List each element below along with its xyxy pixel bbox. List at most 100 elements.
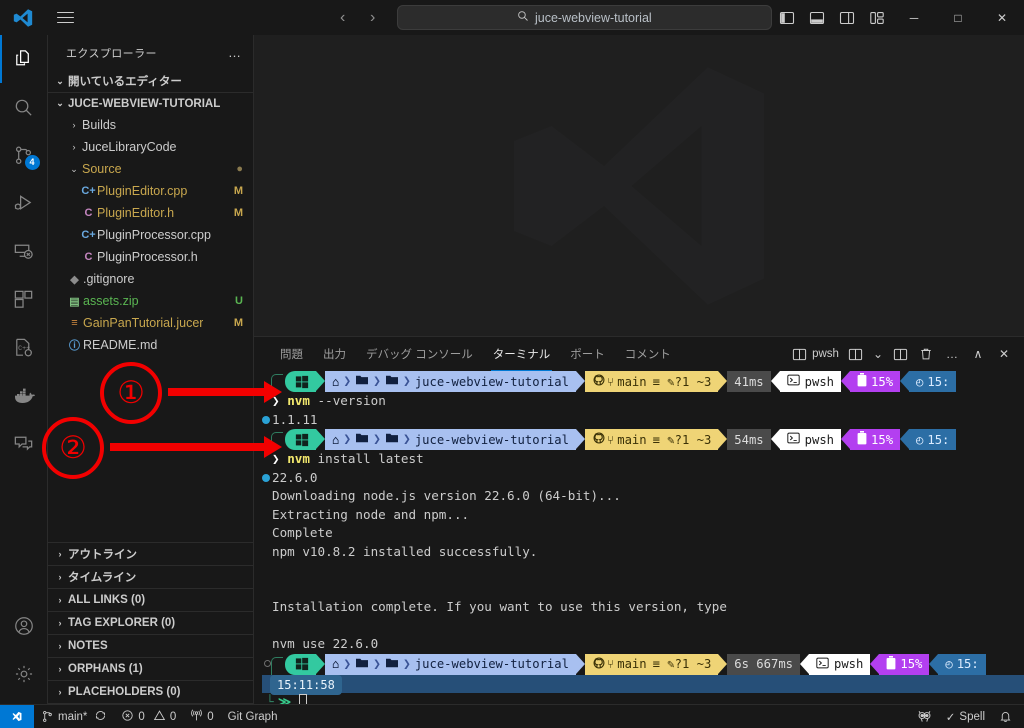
terminal-input-line[interactable]: └ ≫: [262, 693, 1024, 704]
sidebar-item-extensions[interactable]: [0, 275, 48, 323]
status-git-graph[interactable]: Git Graph: [221, 705, 285, 728]
sidebar-item-run-and-debug[interactable]: [0, 179, 48, 227]
sidebar-section-label: TAG EXPLORER (0): [68, 617, 176, 629]
accounts-button[interactable]: [0, 602, 48, 650]
tree-row-label: Builds: [82, 118, 117, 132]
forward-button[interactable]: ›: [359, 7, 387, 29]
powerline-sep: [575, 429, 585, 450]
sync-icon[interactable]: [94, 709, 107, 725]
sidebar-item-explorer[interactable]: [0, 35, 48, 83]
tree-row[interactable]: C PluginProcessor.h: [48, 246, 253, 268]
tree-row[interactable]: C+ PluginProcessor.cpp: [48, 224, 253, 246]
hamburger-menu-icon[interactable]: [46, 0, 84, 35]
folder-icon: [385, 432, 399, 447]
sidebar-section[interactable]: › ORPHANS (1): [48, 658, 253, 681]
tree-row[interactable]: ≡ GainPanTutorial.jucer M: [48, 312, 253, 334]
status-problems[interactable]: 0 0: [114, 705, 183, 728]
prompt-battery-label: 15%: [871, 432, 894, 447]
prompt-path-segment: ⌂ ❯ ❯ ❯ juce-webview-tutorial: [325, 429, 576, 451]
chevron-down-icon: ⌄: [56, 75, 64, 86]
sidebar-item-docker[interactable]: [0, 371, 48, 419]
panel-tab-5[interactable]: コメント: [615, 337, 681, 371]
section-open-editors[interactable]: ⌄ 開いているエディター: [48, 70, 253, 92]
prompt-git-status: ≡ ✎?1 ~3: [652, 432, 712, 447]
sidebar-more-actions-icon[interactable]: …: [222, 45, 247, 60]
panel-tab-2[interactable]: デバッグ コンソール: [356, 337, 483, 371]
tree-row[interactable]: C+ PluginEditor.cpp M: [48, 180, 253, 202]
tree-row[interactable]: C PluginEditor.h M: [48, 202, 253, 224]
prompt-battery-segment: 15%: [850, 429, 901, 451]
powerline-sep: [900, 429, 910, 450]
manage-settings-button[interactable]: [0, 650, 48, 698]
customize-layout-icon[interactable]: [862, 0, 892, 35]
split-terminal-button[interactable]: [844, 342, 868, 366]
new-terminal-button[interactable]: pwsh: [789, 342, 842, 366]
toggle-primary-sidebar-icon[interactable]: [772, 0, 802, 35]
section-workspace-root[interactable]: ⌄ JUCE-WEBVIEW-TUTORIAL: [48, 92, 253, 114]
owl-icon[interactable]: [910, 705, 939, 728]
sidebar-item-search[interactable]: [0, 83, 48, 131]
panel-tab-1[interactable]: 出力: [313, 337, 356, 371]
maximize-panel-icon[interactable]: ∧: [966, 342, 990, 366]
terminal-output-line: Downloading node.js version 22.6.0 (64-b…: [272, 488, 621, 504]
back-button[interactable]: ‹: [329, 7, 357, 29]
kill-terminal-button[interactable]: [914, 342, 938, 366]
branch-icon: ⑂: [606, 374, 615, 389]
panel-tab-4[interactable]: ポート: [560, 337, 615, 371]
minimize-button[interactable]: ─: [892, 0, 936, 35]
error-count: 0: [138, 710, 145, 723]
tree-row[interactable]: › Builds: [48, 114, 253, 136]
sidebar-section[interactable]: › TAG EXPLORER (0): [48, 612, 253, 635]
tree-row-label: PluginProcessor.h: [97, 250, 198, 264]
panel-more-actions-icon[interactable]: …: [940, 342, 964, 366]
terminal-output-line: 1.1.11: [262, 411, 1024, 430]
sidebar-item-cmake-tools[interactable]: C++: [0, 323, 48, 371]
toggle-panel-icon[interactable]: [802, 0, 832, 35]
home-icon: ⌂: [332, 432, 340, 447]
sidebar-section[interactable]: › NOTES: [48, 635, 253, 658]
sidebar-item-remote-explorer[interactable]: [0, 227, 48, 275]
command-center-search[interactable]: juce-webview-tutorial: [396, 5, 772, 30]
tree-row[interactable]: ⌄ Source ●: [48, 158, 253, 180]
tree-row[interactable]: ▤ assets.zip U: [48, 290, 253, 312]
powerline-sep: [800, 653, 809, 674]
terminal-output-line: 22.6.0: [262, 469, 1024, 488]
terminal-prompt-glyph: ≫: [278, 694, 292, 704]
sidebar-item-source-control[interactable]: 4: [0, 131, 48, 179]
tree-row[interactable]: ◆ .gitignore: [48, 268, 253, 290]
terminal-cursor: [298, 694, 307, 704]
maximize-button[interactable]: □: [936, 0, 980, 35]
panel-tab-3[interactable]: ターミナル: [483, 337, 561, 372]
sidebar-section[interactable]: › タイムライン: [48, 566, 253, 589]
terminal-content[interactable]: ⌂ ❯ ❯ ❯ juce-webview-tutorial ⑂ main ≡ ✎?1 ~3 41…: [254, 371, 1024, 704]
prompt-time-label: 15:: [927, 374, 950, 389]
close-button[interactable]: ✕: [980, 0, 1024, 35]
status-branch[interactable]: main*: [34, 705, 114, 728]
chevron-right-icon: ›: [58, 618, 62, 628]
toggle-secondary-sidebar-icon[interactable]: [832, 0, 862, 35]
close-panel-icon[interactable]: ✕: [992, 342, 1016, 366]
terminal-icon: [816, 657, 829, 672]
prompt-chevron: ❯: [272, 393, 280, 409]
terminal-layout-button[interactable]: [888, 342, 912, 366]
sidebar-section[interactable]: › アウトライン: [48, 543, 253, 566]
notifications-bell-icon[interactable]: [992, 705, 1024, 728]
sidebar-section[interactable]: › PLACEHOLDERS (0): [48, 681, 253, 704]
status-spell[interactable]: ✓ Spell: [939, 705, 992, 728]
prompt-path-label: juce-webview-tutorial: [414, 657, 569, 672]
tree-row[interactable]: › JuceLibraryCode: [48, 136, 253, 158]
command-name: nvm: [287, 451, 310, 467]
github-icon: [592, 431, 606, 448]
folder-icon: [355, 432, 369, 447]
panel-tab-0[interactable]: 問題: [270, 337, 313, 371]
sidebar-item-chat[interactable]: [0, 419, 48, 467]
editor-area: 問題 出力 デバッグ コンソール ターミナル ポート コメント pwsh ⌄ ……: [254, 35, 1024, 704]
remote-window-button[interactable]: [0, 704, 34, 728]
path-separator-icon: ❯: [343, 432, 352, 448]
status-ports[interactable]: 0: [183, 705, 220, 728]
sidebar-section[interactable]: › ALL LINKS (0): [48, 589, 253, 612]
sidebar-section-label: アウトライン: [68, 549, 137, 561]
prompt-battery-segment: 15%: [850, 371, 901, 393]
terminal-profile-dropdown[interactable]: ⌄: [870, 342, 886, 366]
tree-row[interactable]: ⓘ README.md: [48, 334, 253, 356]
